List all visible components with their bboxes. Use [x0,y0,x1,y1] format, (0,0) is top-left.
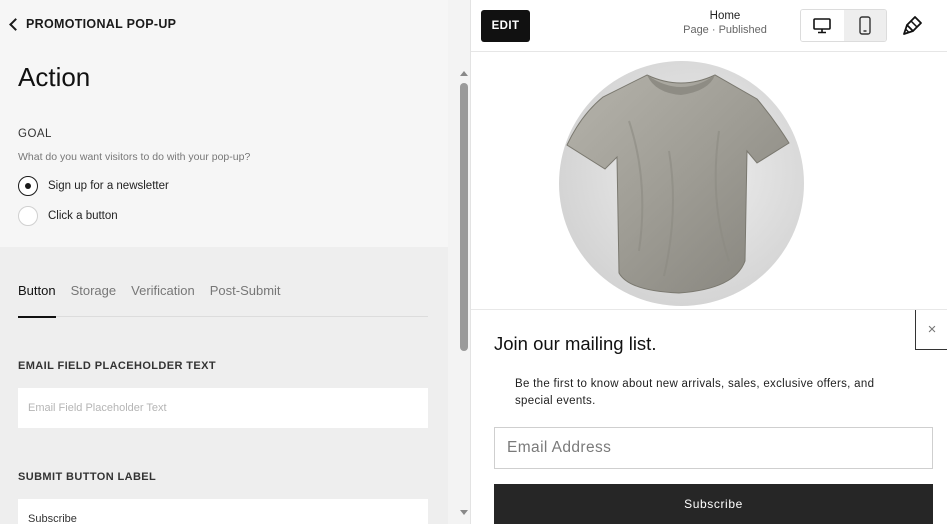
page-status: Page · Published [683,24,767,36]
settings-tabs: Button Storage Verification Post-Submit [18,283,428,318]
submit-label-heading: SUBMIT BUTTON LABEL [18,471,157,483]
goal-heading: GOAL [18,128,52,140]
preview-panel: EDIT Home Page · Published × Join our ma… [470,0,947,524]
tab-storage[interactable]: Storage [71,283,132,317]
radio-selected-icon [18,176,38,196]
hero-tshirt-image [559,61,804,306]
radio-unselected-icon [18,206,38,226]
back-label: PROMOTIONAL POP-UP [26,17,177,31]
email-placeholder-input[interactable] [18,388,428,428]
tshirt-illustration [566,74,790,294]
editor-panel: PROMOTIONAL POP-UP Action GOAL What do y… [0,0,470,524]
goal-question: What do you want visitors to do with you… [18,151,251,163]
page-info[interactable]: Home Page · Published [681,10,769,36]
paintbrush-icon[interactable] [902,14,924,41]
scroll-up-arrow-icon[interactable] [460,71,468,76]
radio-label: Click a button [48,210,118,222]
radio-newsletter[interactable]: Sign up for a newsletter [18,176,169,196]
page-name: Home [709,10,741,22]
mobile-icon [859,16,871,35]
desktop-icon [813,17,832,33]
preview-toolbar: EDIT Home Page · Published [471,0,947,52]
promotional-popup: × Join our mailing list. Be the first to… [471,309,947,524]
scroll-down-arrow-icon[interactable] [460,510,468,515]
submit-label-input[interactable]: Subscribe [18,499,428,524]
subscribe-button[interactable]: Subscribe [494,484,933,524]
tab-button[interactable]: Button [18,283,71,318]
page-title: Action [18,62,91,92]
mobile-view-button[interactable] [843,10,886,41]
device-toggle [800,9,887,42]
tab-verification[interactable]: Verification [131,283,210,317]
edit-button[interactable]: EDIT [481,10,530,42]
radio-label: Sign up for a newsletter [48,180,169,192]
popup-description: Be the first to know about new arrivals,… [515,378,875,407]
email-placeholder-heading: EMAIL FIELD PLACEHOLDER TEXT [18,360,217,372]
popup-title: Join our mailing list. [494,333,657,354]
email-field[interactable] [494,427,933,469]
back-button[interactable]: PROMOTIONAL POP-UP [8,17,176,31]
close-icon[interactable]: × [915,310,947,350]
chevron-left-icon [9,17,22,31]
desktop-view-button[interactable] [801,10,844,41]
radio-click-button[interactable]: Click a button [18,206,118,226]
tab-post-submit[interactable]: Post-Submit [210,283,296,317]
scrollbar-thumb[interactable] [460,83,468,351]
